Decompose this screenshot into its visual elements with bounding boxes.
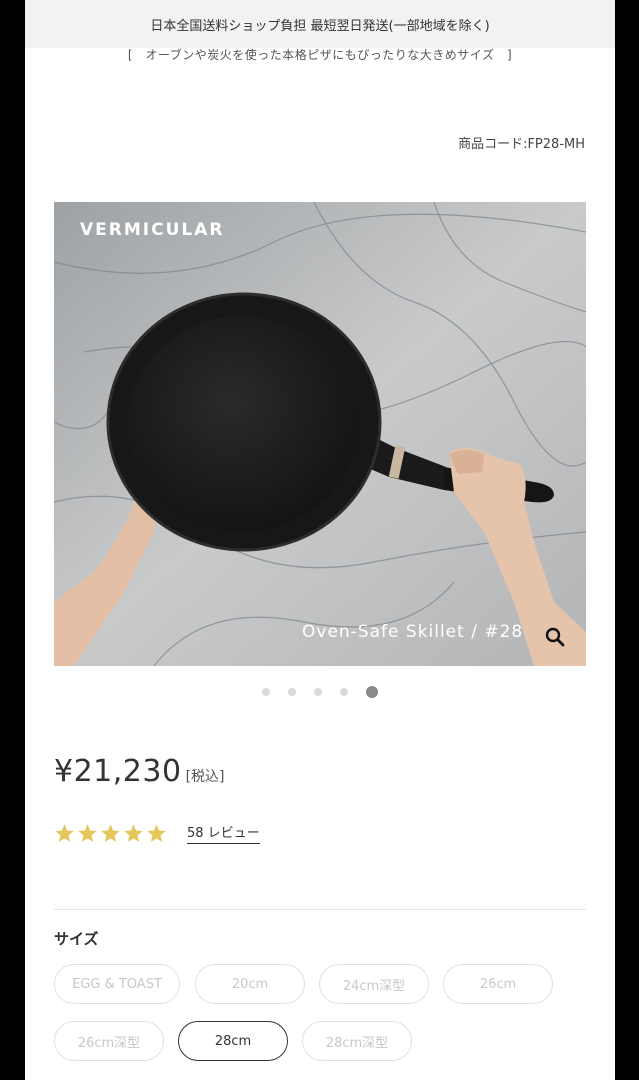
product-page: 日本全国送料ショップ負担 最短翌日発送(一部地域を除く) [ オーブンや炭火を使… [25,0,615,1080]
product-image[interactable]: VERMICULAR Oven-Safe Skillet / #28 [54,202,586,666]
carousel-dot[interactable] [366,686,378,698]
carousel-dot[interactable] [288,688,296,696]
size-option-egg-toast[interactable]: EGG & TOAST [54,964,180,1004]
carousel-dot[interactable] [340,688,348,696]
carousel-dot[interactable] [262,688,270,696]
size-option-28cm[interactable]: 28cm [178,1021,288,1061]
price: ¥21,230 [税込] [54,754,225,789]
size-option-label: EGG & TOAST [72,976,162,992]
reviews-link[interactable]: 58 レビュー [187,822,260,844]
size-option-24cm-deep[interactable]: 24cm深型 [319,964,429,1004]
size-label: サイズ [54,930,99,948]
star-icon [55,823,74,842]
shipping-banner: 日本全国送料ショップ負担 最短翌日発送(一部地域を除く) [25,0,615,48]
shipping-banner-text: 日本全国送料ショップ負担 最短翌日発送(一部地域を除く) [150,18,490,34]
size-option-26cm[interactable]: 26cm [443,964,553,1004]
product-code: 商品コード:FP28-MH [458,137,585,152]
star-rating [54,823,167,844]
size-option-label: 28cm [214,1033,252,1049]
size-option-label: 20cm [231,976,269,992]
size-option-26cm-deep[interactable]: 26cm深型 [54,1021,164,1061]
skillet-photo [54,202,586,666]
brand-logo: VERMICULAR [80,220,225,240]
size-option-28cm-deep[interactable]: 28cm深型 [302,1021,412,1061]
star-icon [124,823,143,842]
star-icon [101,823,120,842]
tax-label: [税込] [185,769,225,785]
carousel-dots [25,686,615,698]
size-option-label: 26cm [479,976,517,992]
divider [54,909,586,910]
size-option-label: 26cm深型 [77,1035,141,1051]
product-tagline: [ オーブンや炭火を使った本格ピザにもぴったりな大きめサイズ ] [127,48,513,62]
magnifier-icon[interactable] [544,626,566,648]
star-icon [78,823,97,842]
rating: 58 レビュー [54,822,260,844]
star-icon [147,823,166,842]
image-caption: Oven-Safe Skillet / #28 [302,622,524,642]
price-amount: ¥21,230 [54,754,182,789]
size-option-20cm[interactable]: 20cm [195,964,305,1004]
size-option-label: 28cm深型 [325,1035,389,1051]
carousel-dot[interactable] [314,688,322,696]
size-option-label: 24cm深型 [342,978,406,994]
